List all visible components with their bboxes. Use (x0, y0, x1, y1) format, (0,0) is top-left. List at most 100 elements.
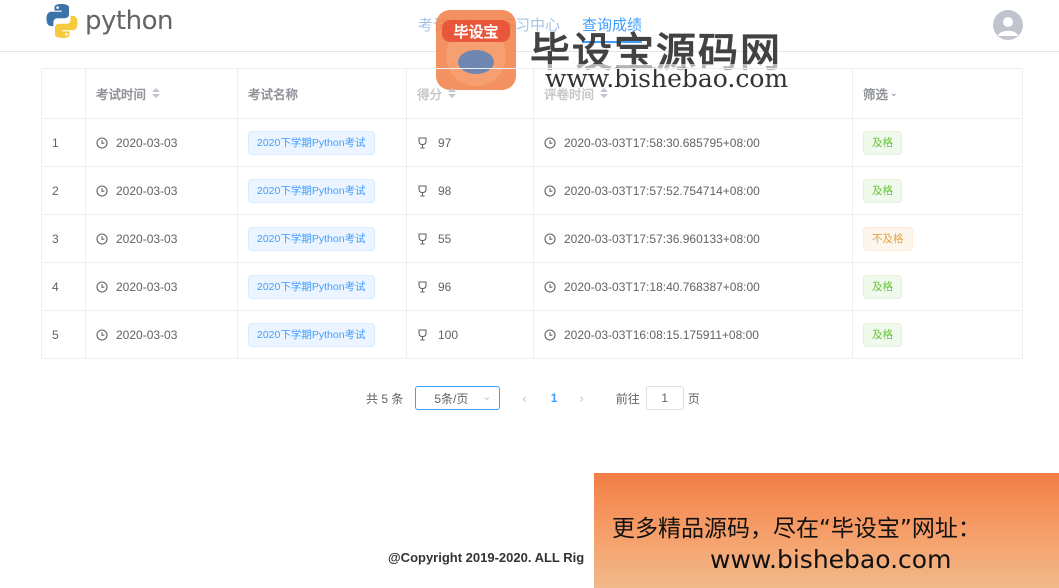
exam-name-cell: 2020下学期Python考试 (238, 119, 407, 166)
user-avatar[interactable] (993, 10, 1023, 40)
goto-page-input[interactable]: 1 (645, 386, 684, 410)
exam-name-tag: 2020下学期Python考试 (248, 178, 375, 203)
score-value: 97 (438, 135, 452, 150)
score-table: 考试时间 考试名称 得分 评卷时间 筛选 ⌄ 1 2020-03-03 2020下学… (41, 68, 1023, 359)
sort-icon[interactable] (448, 87, 457, 100)
score-cell: 100 (407, 311, 534, 358)
status-badge: 及格 (863, 274, 902, 299)
clock-icon (544, 232, 564, 245)
trophy-icon (417, 232, 438, 245)
promo-banner-url: www.bishebao.com (710, 545, 952, 574)
col-exam-time-label: 考试时间 (96, 88, 147, 102)
table-row: 5 2020-03-03 2020下学期Python考试 100 2020-03-03T… (42, 311, 1022, 359)
col-exam-time-header[interactable]: 考试时间 (86, 69, 238, 118)
review-time-value: 2020-03-03T17:18:40.768387+08:00 (564, 279, 760, 294)
trophy-icon (417, 328, 438, 341)
logo-text: python (85, 6, 173, 36)
trophy-icon (417, 280, 438, 293)
sort-icon[interactable] (600, 87, 609, 100)
col-score-label: 得分 (417, 88, 443, 102)
exam-time-value: 2020-03-03 (116, 183, 178, 198)
goto-label: 前往 (615, 391, 640, 406)
review-time-cell: 2020-03-03T17:18:40.768387+08:00 (534, 263, 853, 310)
score-value: 96 (438, 279, 452, 294)
clock-icon (544, 328, 564, 341)
table-row: 1 2020-03-03 2020下学期Python考试 97 2020-03-03T1… (42, 119, 1022, 167)
status-cell: 及格 (853, 263, 1022, 310)
promo-banner-line1: 更多精品源码，尽在“毕设宝”网址： (612, 516, 981, 542)
page: python 考试中心 练习中心 查询成绩 毕设宝 毕设宝源码网 www.bis… (0, 0, 1059, 588)
col-exam-name-header: 考试名称 (238, 69, 407, 118)
exam-name-cell: 2020下学期Python考试 (238, 167, 407, 214)
exam-name-tag: 2020下学期Python考试 (248, 226, 375, 251)
exam-name-cell: 2020下学期Python考试 (238, 311, 407, 358)
user-icon (998, 17, 1018, 36)
status-cell: 不及格 (853, 215, 1022, 262)
goto-unit-label: 页 (687, 391, 700, 406)
col-filter-header[interactable]: 筛选 ⌄ (853, 69, 1022, 118)
status-cell: 及格 (853, 119, 1022, 166)
review-time-cell: 2020-03-03T17:58:30.685795+08:00 (534, 119, 853, 166)
score-value: 100 (438, 327, 459, 342)
col-score-header[interactable]: 得分 (407, 69, 534, 118)
copyright-footer: @Copyright 2019-2020. ALL Rig (388, 550, 585, 565)
exam-name-cell: 2020下学期Python考试 (238, 215, 407, 262)
next-page-button[interactable]: › (579, 391, 583, 406)
exam-time-cell: 2020-03-03 (86, 119, 238, 166)
review-time-cell: 2020-03-03T17:57:36.960133+08:00 (534, 215, 853, 262)
score-value: 55 (438, 231, 452, 246)
review-time-value: 2020-03-03T17:57:52.754714+08:00 (564, 183, 760, 198)
exam-name-tag: 2020下学期Python考试 (248, 322, 375, 347)
row-index: 3 (42, 215, 86, 262)
score-cell: 97 (407, 119, 534, 166)
clock-icon (96, 184, 116, 197)
status-cell: 及格 (853, 311, 1022, 358)
sort-icon[interactable] (152, 87, 161, 100)
python-logo[interactable]: python (45, 3, 173, 39)
exam-time-cell: 2020-03-03 (86, 263, 238, 310)
status-badge: 及格 (863, 178, 902, 203)
review-time-value: 2020-03-03T16:08:15.175911+08:00 (564, 327, 759, 342)
promo-banner: 更多精品源码，尽在“毕设宝”网址： www.bishebao.com (594, 473, 1059, 588)
page-number-current[interactable]: 1 (551, 391, 558, 405)
trophy-icon (417, 136, 438, 149)
filter-chevron-icon[interactable]: ⌄ (890, 88, 898, 99)
clock-icon (544, 280, 564, 293)
col-review-time-label: 评卷时间 (544, 88, 595, 102)
score-cell: 55 (407, 215, 534, 262)
col-review-time-header[interactable]: 评卷时间 (534, 69, 853, 118)
pagination: 共 5 条 5条/页 ⌄ ‹ 1 › 前往 1 页 (366, 386, 700, 410)
col-index-header (42, 69, 86, 118)
exam-time-value: 2020-03-03 (116, 135, 178, 150)
prev-page-button[interactable]: ‹ (522, 391, 526, 406)
row-index: 1 (42, 119, 86, 166)
clock-icon (96, 280, 116, 293)
score-value: 98 (438, 183, 452, 198)
table-header-row: 考试时间 考试名称 得分 评卷时间 筛选 ⌄ (42, 69, 1022, 119)
status-cell: 及格 (853, 167, 1022, 214)
page-size-value: 5条/页 (434, 391, 469, 406)
status-badge: 不及格 (863, 226, 913, 251)
exam-time-cell: 2020-03-03 (86, 311, 238, 358)
clock-icon (96, 232, 116, 245)
score-cell: 98 (407, 167, 534, 214)
table-row: 2 2020-03-03 2020下学期Python考试 98 2020-03-03T1… (42, 167, 1022, 215)
page-size-select[interactable]: 5条/页 ⌄ (415, 386, 501, 410)
status-badge: 及格 (863, 130, 902, 155)
exam-time-value: 2020-03-03 (116, 327, 178, 342)
watermark-badge-text: 毕设宝 (453, 23, 498, 41)
row-index: 4 (42, 263, 86, 310)
review-time-value: 2020-03-03T17:57:36.960133+08:00 (564, 231, 760, 246)
clock-icon (544, 136, 564, 149)
review-time-value: 2020-03-03T17:58:30.685795+08:00 (564, 135, 760, 150)
chevron-down-icon: ⌄ (482, 391, 492, 403)
exam-name-cell: 2020下学期Python考试 (238, 263, 407, 310)
trophy-icon (417, 184, 438, 197)
exam-time-value: 2020-03-03 (116, 231, 178, 246)
review-time-cell: 2020-03-03T17:57:52.754714+08:00 (534, 167, 853, 214)
table-row: 4 2020-03-03 2020下学期Python考试 96 2020-03-03T1… (42, 263, 1022, 311)
exam-name-tag: 2020下学期Python考试 (248, 130, 375, 155)
pagination-total: 共 5 条 (366, 391, 404, 406)
clock-icon (96, 136, 116, 149)
col-filter-label: 筛选 (863, 88, 889, 102)
